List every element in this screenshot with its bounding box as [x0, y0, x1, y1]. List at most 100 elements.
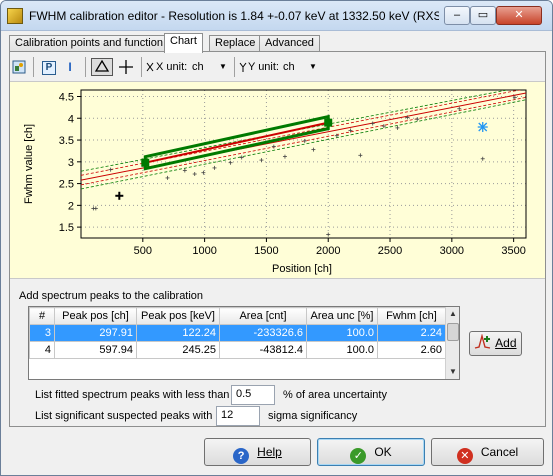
toolbar-separator	[141, 57, 142, 77]
fwhm-chart[interactable]: 500 1000 1500 2000 2500 3000 3500 1.5 2 2.5 3 3.5 4 4…	[10, 81, 545, 279]
table-cell: 2.24	[377, 324, 446, 342]
calibration-fit-segment	[145, 121, 329, 164]
table-cell: 245.25	[136, 341, 220, 359]
minimize-button[interactable]: –	[444, 6, 470, 25]
suspected-peak	[108, 167, 113, 172]
significance-prefix: List significant suspected peaks with	[35, 410, 213, 422]
y-tick-label: 3	[68, 157, 74, 169]
table-cell: 2.60	[377, 341, 446, 359]
help-button[interactable]: ? Help	[204, 438, 311, 466]
table-row[interactable]: 3 297.91 122.24 -233326.6 100.0 2.24	[29, 324, 446, 342]
uncertainty-prefix: List fitted spectrum peaks with less tha…	[35, 389, 230, 401]
help-icon: ?	[233, 448, 250, 464]
x-unit-label: X unit:	[156, 61, 188, 73]
column-header-fwhm[interactable]: Fwhm [ch]	[377, 307, 446, 325]
column-header-area-unc[interactable]: Area unc [%]	[306, 307, 378, 325]
chevron-down-icon: ▼	[309, 62, 317, 71]
table-cell: 100.0	[306, 341, 378, 359]
toolbar-separator	[234, 57, 235, 77]
minimize-icon: –	[453, 9, 461, 21]
suspected-peak	[228, 160, 233, 165]
y-tick-label: 4	[68, 113, 74, 125]
help-label: Help	[257, 445, 282, 459]
column-header-peak-ch[interactable]: Peak pos [ch]	[54, 307, 137, 325]
suspected-peak	[192, 172, 197, 177]
table-cell: -43812.4	[219, 341, 307, 359]
peaks-section-label: Add spectrum peaks to the calibration	[19, 290, 204, 302]
suspected-peak	[302, 138, 307, 143]
tab-calibration-points[interactable]: Calibration points and function	[9, 35, 169, 52]
show-peaks-toggle[interactable]: P	[40, 58, 58, 76]
table-scrollbar[interactable]: ▲ ▼	[445, 307, 459, 379]
suspected-peak	[182, 168, 187, 173]
ok-label: OK	[374, 445, 392, 459]
scroll-down-icon[interactable]: ▼	[446, 365, 460, 379]
table-cell: 4	[29, 341, 55, 359]
y-unit-dropdown[interactable]: ch ▼	[283, 57, 321, 77]
column-header-area[interactable]: Area [cnt]	[219, 307, 307, 325]
table-row[interactable]: 4 597.94 245.25 -43812.4 100.0 2.60	[29, 341, 446, 359]
uncertainty-input[interactable]: 0.5	[231, 385, 275, 405]
chevron-down-icon: ▼	[219, 62, 227, 71]
x-tick-label: 1500	[254, 245, 278, 257]
suspected-peak	[271, 144, 276, 149]
chart-svg: 500 1000 1500 2000 2500 3000 3500 1.5 2 2.5 3 3.5 4 4…	[23, 89, 527, 275]
y-tick-label: 3.5	[59, 135, 74, 147]
y-tick-label: 2	[68, 200, 74, 212]
scroll-thumb[interactable]	[447, 323, 459, 341]
axis-ticks: 500 1000 1500 2000 2500 3000 3500 1.5 2 2.5 3 3.5 4 4…	[59, 92, 526, 257]
tab-replace[interactable]: Replace	[209, 35, 262, 52]
table-cell: 597.94	[54, 341, 137, 359]
x-unit-dropdown[interactable]: ch ▼	[192, 57, 230, 77]
y-axis-label: Fwhm value [ch]	[23, 124, 35, 204]
table-header-row: # Peak pos [ch] Peak pos [keV] Area [cnt…	[29, 307, 446, 325]
maximize-icon: ▭	[477, 9, 489, 21]
suspected-peak	[358, 153, 363, 158]
x-tick-label: 3000	[440, 245, 464, 257]
cancel-button[interactable]: ✕ Cancel	[431, 438, 544, 466]
y-unit-value: ch	[283, 61, 295, 73]
fit-band-line	[81, 99, 526, 190]
scroll-up-icon[interactable]: ▲	[446, 307, 460, 321]
suspected-peak	[311, 147, 316, 152]
highlight-star	[477, 122, 488, 132]
toolbar-separator	[85, 57, 86, 77]
column-header-peak-kev[interactable]: Peak pos [keV]	[136, 307, 220, 325]
column-header-index[interactable]: #	[29, 307, 55, 325]
window-title: FWHM calibration editor - Resolution is …	[29, 9, 439, 23]
add-peak-button[interactable]: Add	[469, 331, 522, 356]
tab-chart[interactable]: Chart	[164, 33, 203, 53]
suspected-peak	[415, 117, 420, 122]
x-tick-label: 500	[134, 245, 152, 257]
table-cell: 3	[29, 324, 55, 342]
y-unit-label: Y unit:	[248, 61, 279, 73]
x-tick-label: 2000	[316, 245, 340, 257]
selected-peak-cross	[115, 191, 124, 200]
y-unit-icon	[238, 57, 248, 77]
calibration-point	[324, 118, 333, 127]
peaks-table: # Peak pos [ch] Peak pos [keV] Area [cnt…	[28, 306, 460, 380]
copy-image-icon[interactable]	[10, 58, 28, 76]
p-label: P	[42, 61, 56, 75]
crosshair-icon[interactable]	[115, 58, 137, 76]
maximize-button[interactable]: ▭	[470, 6, 496, 25]
triangle-icon[interactable]	[91, 58, 113, 76]
significance-input[interactable]: 12	[216, 406, 260, 426]
close-button[interactable]: ✕	[496, 6, 542, 25]
tab-advanced[interactable]: Advanced	[259, 35, 320, 52]
fwhm-calibration-window: FWHM calibration editor - Resolution is …	[0, 0, 553, 476]
ok-button[interactable]: ✓ OK	[317, 438, 425, 466]
toolbar-separator	[33, 57, 34, 77]
show-info-toggle[interactable]: I	[61, 58, 79, 76]
cancel-icon: ✕	[456, 448, 473, 464]
fit-band	[81, 90, 526, 190]
x-tick-label: 2500	[378, 245, 402, 257]
cancel-label: Cancel	[480, 445, 519, 459]
suspected-peak	[91, 206, 96, 211]
suspected-peak	[212, 165, 217, 170]
table-cell: 100.0	[306, 324, 378, 342]
fit-lines	[81, 90, 526, 190]
i-label: I	[68, 60, 72, 74]
check-icon: ✓	[350, 448, 367, 464]
x-tick-label: 3500	[501, 245, 525, 257]
